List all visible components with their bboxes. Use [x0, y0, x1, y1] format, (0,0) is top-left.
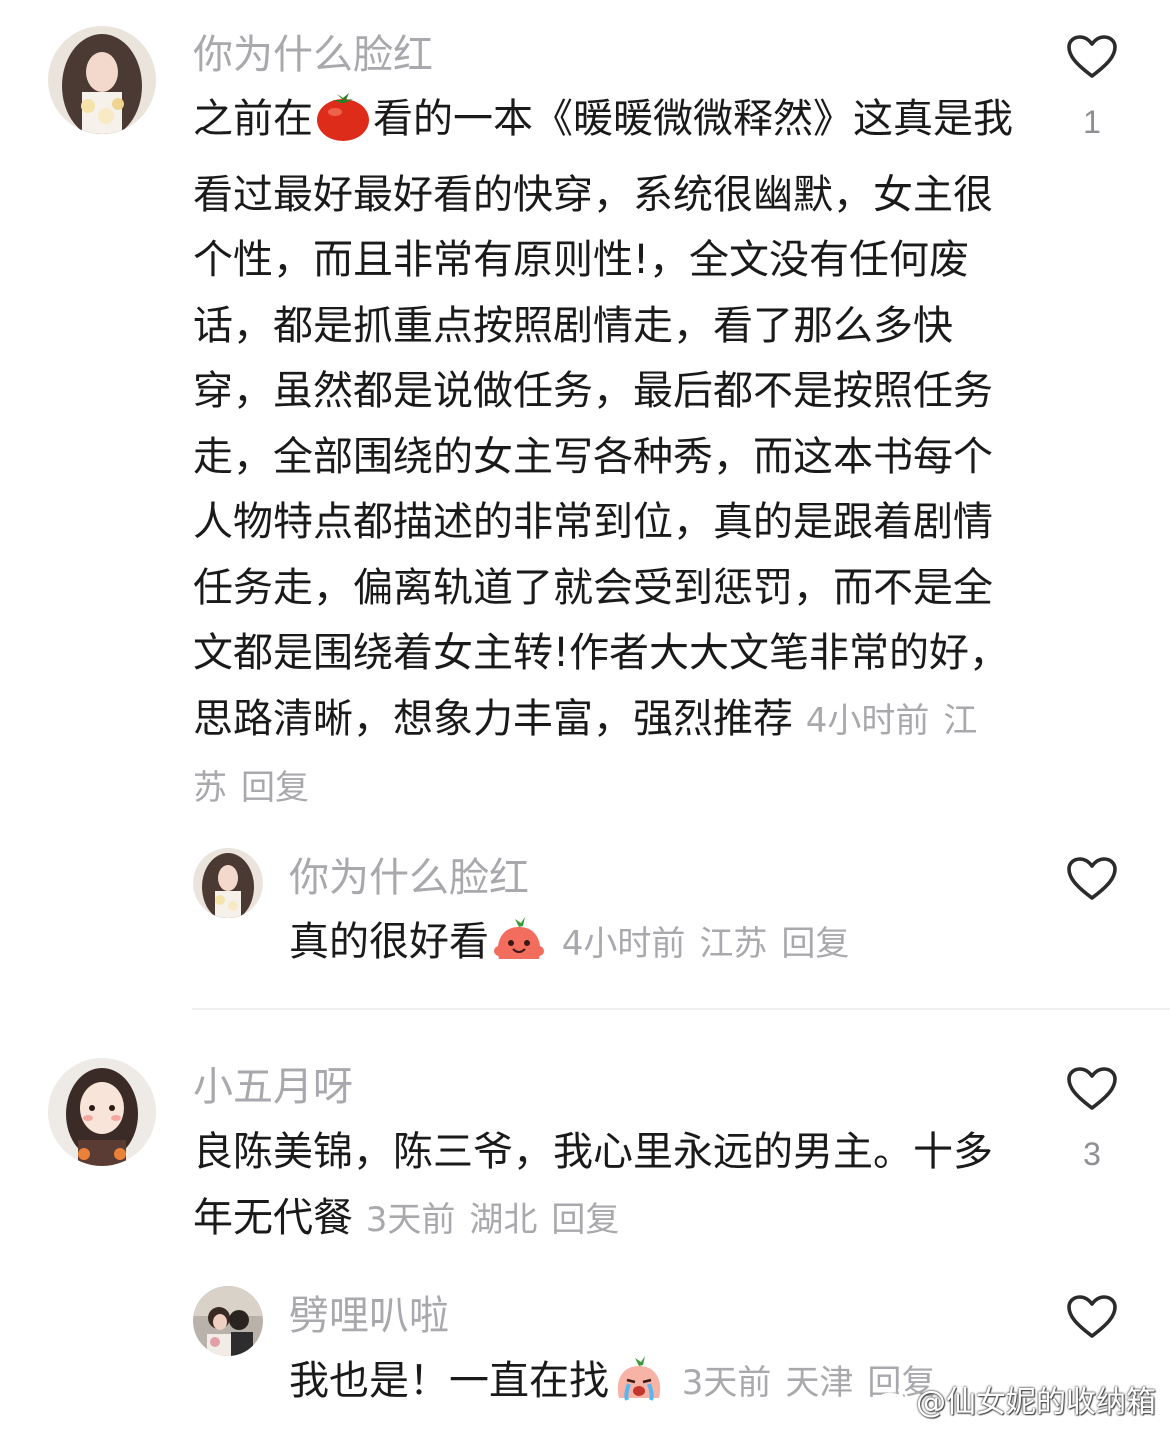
reply-meta: 4小时前 江苏 回复 — [562, 924, 850, 964]
avatar[interactable] — [193, 1286, 263, 1356]
reply-time: 3天前 — [681, 1363, 772, 1403]
comment-text: 良陈美锦，陈三爷，我心里永远的男主。十多年无代餐 3天前 湖北 回复 — [193, 1120, 1013, 1253]
happy-peach-emoji — [491, 913, 547, 986]
like-count: 3 — [1083, 1136, 1101, 1172]
like-area: 3 — [1052, 1066, 1132, 1170]
reply-button[interactable]: 回复 — [241, 768, 309, 808]
avatar[interactable] — [48, 1058, 156, 1166]
heart-icon[interactable] — [1066, 34, 1118, 80]
watermark: @仙女妮的收纳箱 — [874, 1377, 1156, 1421]
reply-text: 真的很好看 — [289, 919, 489, 965]
reply-location: 天津 — [785, 1363, 854, 1403]
comment-text-body: 看的一本《暖暖微微释然》这真是我看过最好最好看的快穿，系统很幽默，女主很个性，而… — [193, 96, 1013, 742]
comment-text: 之前在 看的一本《暖暖微微释然》这真是我看过最好最好看的快穿，系统很幽默，女主很个… — [193, 87, 1013, 822]
reply-location: 江苏 — [699, 924, 768, 964]
heart-icon[interactable] — [1066, 856, 1118, 902]
heart-icon[interactable] — [1066, 1066, 1118, 1112]
avatar[interactable] — [48, 26, 156, 134]
tomato-icon — [315, 92, 371, 163]
reply-text: 我也是！一直在找 — [289, 1358, 609, 1404]
comment-meta: 3天前 湖北 回复 — [366, 1200, 620, 1240]
heart-icon[interactable] — [1066, 1294, 1118, 1340]
comment-username[interactable]: 你为什么脸红 — [193, 35, 433, 75]
comment-username[interactable]: 小五月呀 — [193, 1067, 353, 1107]
avatar[interactable] — [193, 848, 263, 918]
comment-time: 3天前 — [365, 1199, 456, 1240]
reply-username[interactable]: 你为什么脸红 — [289, 858, 529, 898]
reply-button[interactable]: 回复 — [551, 1200, 619, 1240]
comment-text-prefix: 之前在 — [193, 96, 313, 142]
like-area — [1052, 856, 1132, 902]
like-area — [1052, 1294, 1132, 1340]
crying-peach-emoji — [611, 1352, 667, 1425]
like-area: 1 — [1052, 34, 1132, 138]
divider — [192, 1008, 1170, 1010]
comment-location: 湖北 — [469, 1199, 538, 1240]
watermark-text: @仙女妮的收纳箱 — [916, 1385, 1156, 1420]
weibo-logo-icon — [874, 1388, 909, 1416]
reply-username[interactable]: 劈哩叭啦 — [289, 1296, 449, 1336]
reply-time: 4小时前 — [561, 924, 686, 964]
like-count: 1 — [1083, 104, 1101, 140]
reply-button[interactable]: 回复 — [781, 924, 849, 964]
comment-time: 4小时前 — [805, 700, 930, 741]
reply-text-line: 真的很好看 4小时前 江苏 回复 — [289, 910, 1009, 986]
